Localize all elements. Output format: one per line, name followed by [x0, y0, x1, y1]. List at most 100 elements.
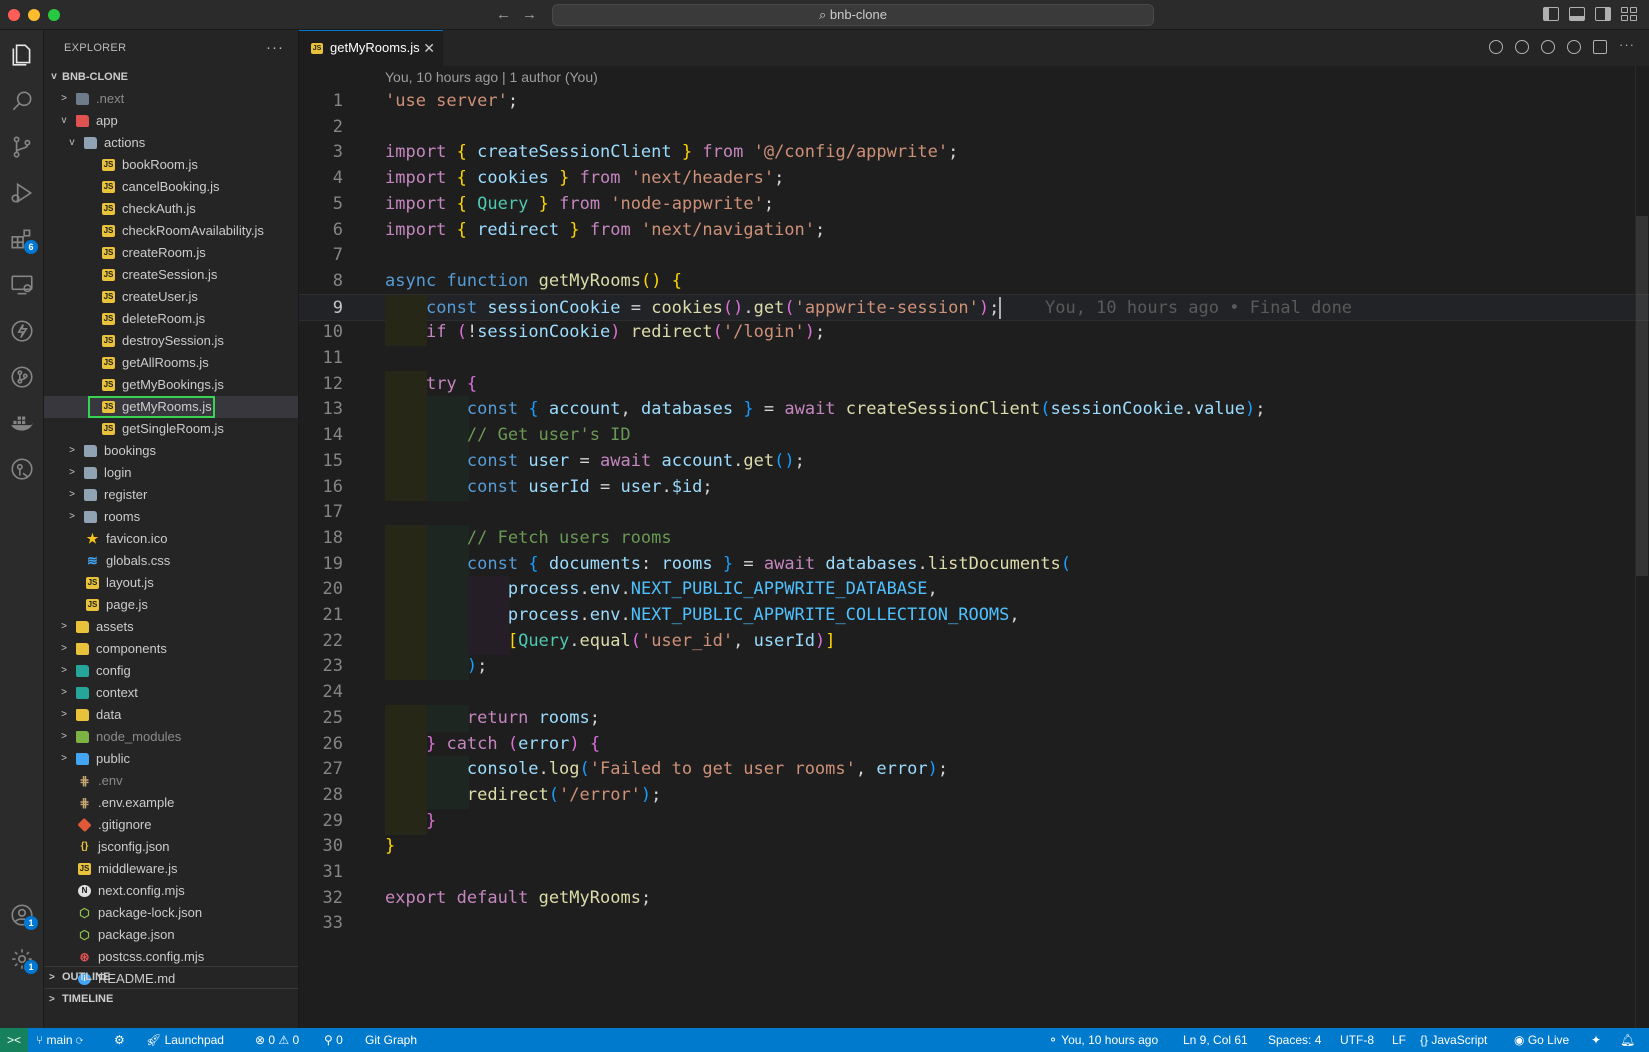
tree-file[interactable]: JS middleware.js	[44, 858, 298, 880]
toggle-primary-sidebar-icon[interactable]	[1543, 7, 1559, 21]
more-actions-icon[interactable]: ···	[266, 30, 284, 66]
explorer-icon[interactable]	[9, 42, 35, 68]
code-line[interactable]: 5 import { Query } from 'node-appwrite';	[299, 191, 1649, 218]
tree-folder[interactable]: > public	[44, 748, 298, 770]
tree-folder[interactable]: > register	[44, 484, 298, 506]
tree-file[interactable]: JS getAllRooms.js	[44, 352, 298, 374]
minimize-window-button[interactable]	[28, 9, 40, 21]
open-changes-icon[interactable]	[1489, 40, 1503, 54]
previous-change-icon[interactable]	[1515, 40, 1529, 54]
code-line[interactable]: 17	[299, 499, 1649, 526]
code-line[interactable]: 24	[299, 679, 1649, 706]
tab-getmyrooms[interactable]: JS getMyRooms.js ✕	[299, 30, 443, 66]
forward-arrow-icon[interactable]: →	[522, 6, 537, 23]
tree-folder[interactable]: > assets	[44, 616, 298, 638]
code-line[interactable]: 12 try {	[299, 370, 1649, 398]
scrollbar-thumb[interactable]	[1636, 216, 1648, 576]
tree-file[interactable]: JS bookRoom.js	[44, 154, 298, 176]
gitlens-inspect-icon[interactable]	[1567, 40, 1581, 54]
code-line[interactable]: 30}	[299, 833, 1649, 860]
tree-file[interactable]: JS layout.js	[44, 572, 298, 594]
code-line[interactable]: 19 const { documents: rooms } = await da…	[299, 550, 1649, 578]
close-icon[interactable]: ✕	[423, 31, 435, 65]
code-line[interactable]: 23 );	[299, 653, 1649, 681]
code-line[interactable]: 9 You, 10 hours ago • Final done const se…	[299, 293, 1649, 322]
code-line[interactable]: 25 return rooms;	[299, 704, 1649, 732]
manage-gear-icon[interactable]: 1	[9, 946, 38, 974]
accounts-icon[interactable]: 1	[9, 902, 38, 930]
tree-file[interactable]: JS cancelBooking.js	[44, 176, 298, 198]
tree-folder[interactable]: > context	[44, 682, 298, 704]
editor-scrollbar[interactable]	[1635, 66, 1649, 1028]
tree-file[interactable]: .gitignore	[44, 814, 298, 836]
go-live[interactable]: ◉ Go Live	[1514, 1028, 1569, 1052]
tree-folder[interactable]: > node_modules	[44, 726, 298, 748]
tree-folder[interactable]: > .next	[44, 88, 298, 110]
git-graph-icon[interactable]	[9, 364, 35, 390]
encoding[interactable]: UTF-8	[1340, 1028, 1374, 1052]
tree-folder[interactable]: > components	[44, 638, 298, 660]
problems-indicator[interactable]: ⊗ 0 ⚠ 0	[255, 1028, 299, 1052]
code-line[interactable]: 11	[299, 345, 1649, 372]
split-editor-icon[interactable]	[1593, 40, 1607, 54]
ports-indicator[interactable]: ⚲ 0	[324, 1028, 343, 1052]
cursor-position[interactable]: Ln 9, Col 61	[1183, 1028, 1248, 1052]
code-line[interactable]: 3 import { createSessionClient } from '@/…	[299, 139, 1649, 166]
code-line[interactable]: 33	[299, 910, 1649, 937]
tree-file[interactable]: ⋕ .env.example	[44, 792, 298, 814]
tree-file[interactable]: JS createRoom.js	[44, 242, 298, 264]
code-line[interactable]: 32 export default getMyRooms;	[299, 885, 1649, 912]
more-actions-icon[interactable]: ···	[1619, 38, 1634, 54]
tree-file[interactable]: JS destroySession.js	[44, 330, 298, 352]
notifications-bell-icon[interactable]: 🔔︎	[1620, 1028, 1635, 1052]
code-line[interactable]: 27 console.log('Failed to get user rooms…	[299, 756, 1649, 784]
code-line[interactable]: 14 // Get user's ID	[299, 422, 1649, 450]
docker-icon[interactable]	[9, 410, 35, 436]
indentation[interactable]: Spaces: 4	[1268, 1028, 1321, 1052]
next-change-icon[interactable]	[1541, 40, 1555, 54]
code-line[interactable]: 18 // Fetch users rooms	[299, 524, 1649, 552]
code-line[interactable]: 8 async function getMyRooms() {	[299, 268, 1649, 295]
tree-file[interactable]: ⬡ package-lock.json	[44, 902, 298, 924]
branch-indicator[interactable]: ⑂ main ⟳	[36, 1028, 83, 1052]
code-line[interactable]: 28 redirect('/error');	[299, 781, 1649, 809]
code-line[interactable]: 10 if (!sessionCookie) redirect('/login'…	[299, 319, 1649, 347]
source-control-icon[interactable]	[9, 134, 35, 160]
tree-folder[interactable]: > config	[44, 660, 298, 682]
code-line[interactable]: 6 import { redirect } from 'next/navigati…	[299, 217, 1649, 244]
tree-file[interactable]: {} jsconfig.json	[44, 836, 298, 858]
extensions-icon[interactable]: 6	[9, 226, 38, 254]
close-window-button[interactable]	[8, 9, 20, 21]
remote-indicator[interactable]: ><	[0, 1028, 28, 1052]
run-debug-icon[interactable]	[9, 180, 35, 206]
codelens-blame[interactable]: You, 10 hours ago | 1 author (You)	[385, 66, 598, 88]
tree-file[interactable]: ≋ globals.css	[44, 550, 298, 572]
code-line[interactable]: 26 } catch (error) {	[299, 730, 1649, 758]
code-line[interactable]: 29 }	[299, 807, 1649, 835]
code-line[interactable]: 16 const userId = user.$id;	[299, 473, 1649, 501]
tree-folder[interactable]: v actions	[44, 132, 298, 154]
toggle-panel-icon[interactable]	[1569, 7, 1585, 21]
tree-folder[interactable]: > rooms	[44, 506, 298, 528]
tree-file[interactable]: JS page.js	[44, 594, 298, 616]
code-line[interactable]: 31	[299, 859, 1649, 886]
tree-folder[interactable]: > login	[44, 462, 298, 484]
tree-file[interactable]: ★ favicon.ico	[44, 528, 298, 550]
tree-file[interactable]: ⬡ package.json	[44, 924, 298, 946]
code-line[interactable]: 21 process.env.NEXT_PUBLIC_APPWRITE_COLL…	[299, 602, 1649, 629]
thunder-client-icon[interactable]	[9, 318, 35, 344]
remote-explorer-icon[interactable]	[9, 272, 35, 298]
code-line[interactable]: 2	[299, 114, 1649, 141]
tree-file[interactable]: Nnext.config.mjs	[44, 880, 298, 902]
launchpad-item[interactable]: 🚀︎ Launchpad	[146, 1028, 224, 1052]
customize-layout-icon[interactable]	[1621, 7, 1637, 21]
code-line[interactable]: 13 const { account, databases } = await …	[299, 396, 1649, 424]
timeline-section[interactable]: > TIMELINE	[44, 988, 298, 1010]
tree-file[interactable]: JS deleteRoom.js	[44, 308, 298, 330]
code-line[interactable]: 15 const user = await account.get();	[299, 447, 1649, 475]
tree-file[interactable]: JS getMyRooms.js	[44, 396, 298, 418]
tree-file[interactable]: JS getMyBookings.js	[44, 374, 298, 396]
tree-file[interactable]: JS createUser.js	[44, 286, 298, 308]
code-line[interactable]: 4 import { cookies } from 'next/headers';	[299, 165, 1649, 192]
code-line[interactable]: 20 process.env.NEXT_PUBLIC_APPWRITE_DATA…	[299, 576, 1649, 604]
